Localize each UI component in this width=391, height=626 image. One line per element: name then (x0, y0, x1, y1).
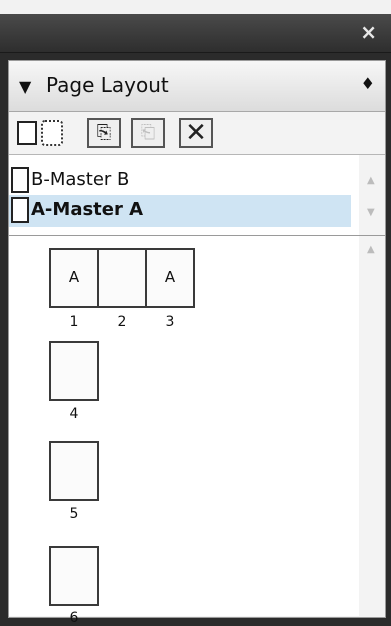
top-strip (0, 0, 391, 14)
delete-page-button[interactable]: ✕ (179, 118, 213, 148)
page-thumbnail-5[interactable] (49, 441, 99, 501)
delete-icon: ✕ (185, 118, 207, 148)
masters-scrollbar[interactable]: ▲ ▼ (359, 155, 385, 235)
panel-title: Page Layout (46, 73, 169, 97)
panel-header[interactable]: ▼ Page Layout ♦ (9, 61, 385, 112)
scroll-up-icon[interactable]: ▲ (367, 175, 375, 186)
page-thumbnail-4[interactable] (49, 341, 99, 401)
master-page-icon (11, 197, 29, 223)
pages-scrollbar[interactable]: ▲ (359, 236, 385, 616)
panel-toolbar: ⎘ ⎗ ✕ (9, 112, 385, 154)
masters-list: B-Master B A-Master A ▲ ▼ (9, 154, 385, 236)
master-page-icon (11, 167, 29, 193)
new-master-icon[interactable] (41, 120, 63, 146)
panel-menu-icon[interactable]: ♦ (361, 74, 375, 93)
master-item-a[interactable]: A-Master A (9, 195, 351, 227)
window-titlebar[interactable]: × (0, 14, 391, 53)
page-layout-panel: ▼ Page Layout ♦ ⎘ ⎗ ✕ B-Master B A-Maste… (8, 60, 386, 626)
master-item-b[interactable]: B-Master B (9, 165, 351, 197)
page-number: 6 (69, 610, 79, 626)
load-icon: ⎗ (140, 122, 156, 143)
page-thumbnail-2[interactable] (97, 248, 147, 308)
duplicate-page-button[interactable]: ⎘ (87, 118, 121, 148)
load-pages-button[interactable]: ⎗ (131, 118, 165, 148)
page-master-letter: A (68, 268, 80, 286)
master-label: A-Master A (31, 199, 144, 220)
scroll-up-icon[interactable]: ▲ (367, 244, 375, 255)
close-icon[interactable]: × (360, 20, 377, 44)
page-thumbnail-3[interactable]: A (145, 248, 195, 308)
new-page-icon[interactable] (17, 121, 37, 145)
duplicate-icon: ⎘ (96, 122, 112, 143)
page-number: 3 (165, 314, 175, 330)
page-number: 1 (69, 314, 79, 330)
page-number: 5 (69, 506, 79, 522)
page-thumbnail-1[interactable]: A (49, 248, 99, 308)
master-label: B-Master B (31, 169, 130, 190)
page-number: 4 (69, 406, 79, 422)
page-thumbnail-6[interactable] (49, 546, 99, 606)
scroll-down-icon[interactable]: ▼ (367, 207, 375, 218)
pages-area: A A 1 2 3 4 5 6 ▲ (9, 236, 385, 626)
page-master-letter: A (164, 268, 176, 286)
collapse-triangle-icon[interactable]: ▼ (19, 77, 31, 96)
page-number: 2 (117, 314, 127, 330)
